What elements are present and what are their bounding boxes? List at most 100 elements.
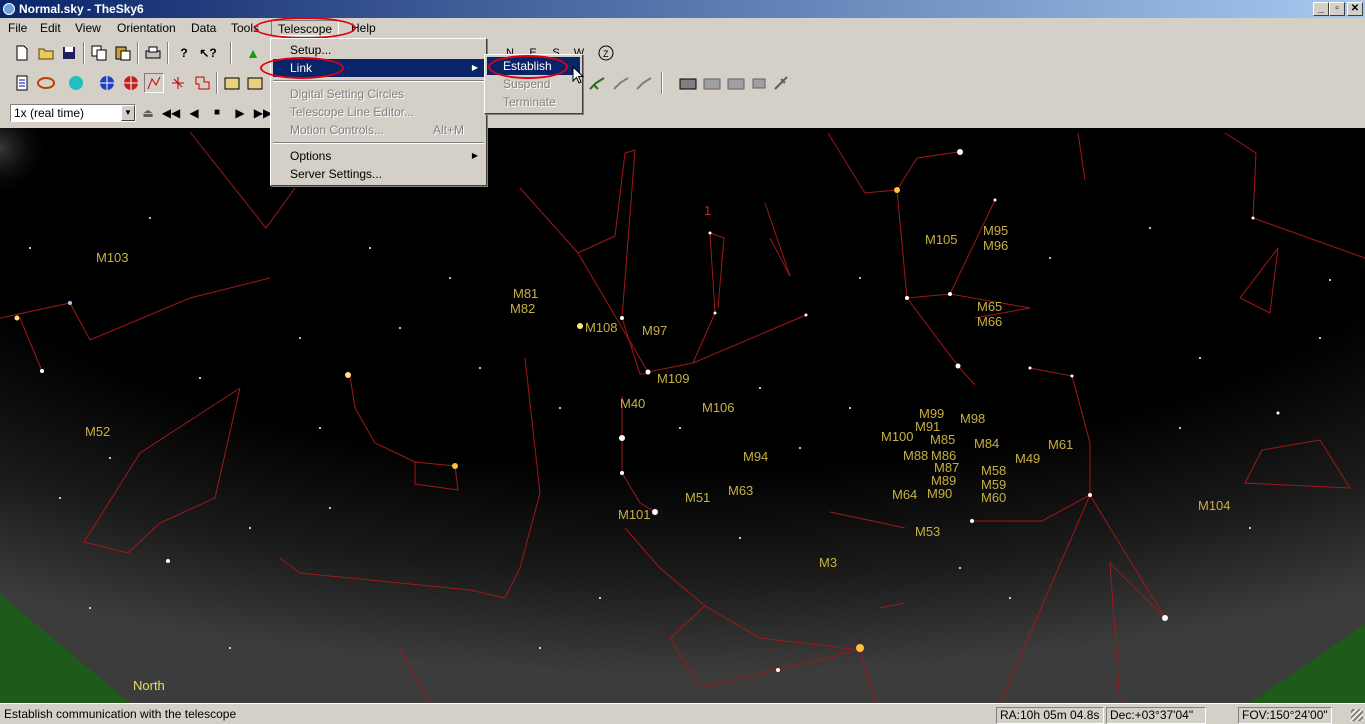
menu-divider bbox=[273, 80, 484, 82]
milky-way bbox=[0, 128, 200, 328]
menu-item-options[interactable]: Options ▶ bbox=[273, 147, 484, 165]
menu-edit[interactable]: Edit bbox=[34, 20, 67, 36]
constellation-figures-icon[interactable] bbox=[168, 73, 188, 93]
messier-label: M104 bbox=[1198, 498, 1231, 513]
messier-label: M40 bbox=[620, 396, 645, 411]
messier-label: M85 bbox=[930, 432, 955, 447]
menu-item-terminate[interactable]: Terminate bbox=[487, 93, 580, 111]
horizon-label-north: North bbox=[133, 678, 165, 693]
orbit-icon[interactable] bbox=[36, 73, 56, 93]
print-icon[interactable] bbox=[143, 43, 163, 63]
app-icon[interactable] bbox=[3, 3, 15, 15]
constellation-lines-icon[interactable] bbox=[144, 73, 164, 93]
planet-icon[interactable] bbox=[66, 73, 86, 93]
focuser-icon[interactable] bbox=[726, 73, 746, 93]
annotation-ring-telescope bbox=[254, 17, 356, 39]
toolbar-divider bbox=[230, 42, 232, 64]
zenith-icon[interactable]: Z bbox=[596, 43, 616, 63]
messier-label: M99 bbox=[919, 406, 944, 421]
shortcut-label: Alt+M bbox=[432, 123, 464, 137]
messier-label: M101 bbox=[618, 507, 651, 522]
status-ra: RA:10h 05m 04.8s bbox=[996, 707, 1104, 724]
dome-icon[interactable] bbox=[772, 73, 792, 93]
messier-label: M61 bbox=[1048, 437, 1073, 452]
annotation-ring-link bbox=[260, 57, 344, 79]
mouse-cursor-icon bbox=[572, 66, 585, 84]
standard-toolbar: ? ↖? ▲ N E S W Z bbox=[0, 38, 1365, 68]
messier-label: M100 bbox=[881, 429, 914, 444]
messier-label: M106 bbox=[702, 400, 735, 415]
step-back-icon[interactable]: ◀ bbox=[184, 103, 204, 123]
minimize-icon[interactable]: _ bbox=[1313, 2, 1329, 16]
new-file-icon[interactable] bbox=[12, 43, 32, 63]
globe-grid-icon[interactable] bbox=[97, 73, 117, 93]
messier-label: M64 bbox=[892, 487, 917, 502]
chart-alt-icon[interactable] bbox=[245, 73, 265, 93]
messier-label: M91 bbox=[915, 419, 940, 434]
status-message: Establish communication with the telesco… bbox=[4, 707, 237, 721]
database-icon[interactable] bbox=[12, 73, 32, 93]
step-forward-icon[interactable]: ▶ bbox=[230, 103, 250, 123]
menu-item-server-settings[interactable]: Server Settings... bbox=[273, 165, 484, 183]
menu-item-digital-setting-circles[interactable]: Digital Setting Circles bbox=[273, 85, 484, 103]
menu-data[interactable]: Data bbox=[185, 20, 222, 36]
telescope-find-icon[interactable] bbox=[611, 73, 631, 93]
fast-reverse-icon[interactable]: ◀◀ bbox=[161, 103, 181, 123]
menu-bar: File Edit View Orientation Data Tools Te… bbox=[0, 18, 1365, 38]
up-arrow-icon[interactable]: ▲ bbox=[243, 43, 263, 63]
menu-item-telescope-line-editor[interactable]: Telescope Line Editor... bbox=[273, 103, 484, 121]
sky-marker-label: 1 bbox=[704, 203, 711, 218]
resize-grip[interactable] bbox=[1351, 709, 1363, 721]
menu-item-motion-controls[interactable]: Motion Controls... Alt+M bbox=[273, 121, 484, 139]
constellation-bounds-icon[interactable] bbox=[192, 73, 212, 93]
messier-label: M90 bbox=[927, 486, 952, 501]
chart-icon[interactable] bbox=[222, 73, 242, 93]
telescope-slew-icon[interactable] bbox=[587, 73, 607, 93]
restore-icon[interactable]: ▫ bbox=[1329, 2, 1345, 16]
messier-label: M105 bbox=[925, 232, 958, 247]
menu-view[interactable]: View bbox=[69, 20, 107, 36]
messier-label: M65 bbox=[977, 299, 1002, 314]
toolbar-divider bbox=[83, 42, 85, 64]
stop-icon[interactable]: ■ bbox=[207, 103, 227, 123]
menu-file[interactable]: File bbox=[2, 20, 33, 36]
messier-label: M53 bbox=[915, 524, 940, 539]
copy-icon[interactable] bbox=[89, 43, 109, 63]
sky-chart[interactable]: M103 M52 M81 M82 M108 M97 M109 M40 M106 … bbox=[0, 128, 1365, 703]
messier-label: M86 bbox=[931, 448, 956, 463]
messier-label: M51 bbox=[685, 490, 710, 505]
menu-orientation[interactable]: Orientation bbox=[111, 20, 182, 36]
messier-label: M3 bbox=[819, 555, 837, 570]
messier-label: M96 bbox=[983, 238, 1008, 253]
messier-label: M94 bbox=[743, 449, 768, 464]
eject-icon[interactable]: ⏏ bbox=[138, 103, 158, 123]
messier-label: M66 bbox=[977, 314, 1002, 329]
menu-item-motion-controls-label: Motion Controls... bbox=[290, 123, 385, 137]
title-bar[interactable]: Normal.sky - TheSky6 _ ▫ ✕ bbox=[0, 0, 1365, 18]
messier-label: M108 bbox=[585, 320, 618, 335]
context-help-icon[interactable]: ↖? bbox=[198, 43, 218, 63]
toolbar-divider bbox=[137, 42, 139, 64]
paste-icon[interactable] bbox=[113, 43, 133, 63]
ecliptic-grid-icon[interactable] bbox=[121, 73, 141, 93]
messier-label: M58 bbox=[981, 463, 1006, 478]
chevron-down-icon[interactable]: ▼ bbox=[121, 105, 135, 121]
messier-label: M97 bbox=[642, 323, 667, 338]
status-dec: Dec:+03°37'04" bbox=[1106, 707, 1206, 724]
camera-icon[interactable] bbox=[678, 73, 698, 93]
camera-link-icon[interactable] bbox=[702, 73, 722, 93]
help-icon[interactable]: ? bbox=[174, 43, 194, 63]
menu-divider bbox=[273, 142, 484, 144]
save-icon[interactable] bbox=[59, 43, 79, 63]
messier-label: M84 bbox=[974, 436, 999, 451]
messier-label: M63 bbox=[728, 483, 753, 498]
open-folder-icon[interactable] bbox=[36, 43, 56, 63]
telescope-sync-icon[interactable] bbox=[634, 73, 654, 93]
messier-label: M89 bbox=[931, 473, 956, 488]
display-toolbar bbox=[0, 68, 1365, 98]
time-toolbar: 1x (real time) ▼ ⏏ ◀◀ ◀ ■ ▶ ▶▶ bbox=[0, 98, 1365, 128]
rotator-icon[interactable] bbox=[749, 73, 769, 93]
close-icon[interactable]: ✕ bbox=[1347, 2, 1363, 16]
time-speed-select[interactable]: 1x (real time) ▼ bbox=[10, 104, 136, 122]
menu-item-options-label: Options bbox=[290, 149, 332, 163]
